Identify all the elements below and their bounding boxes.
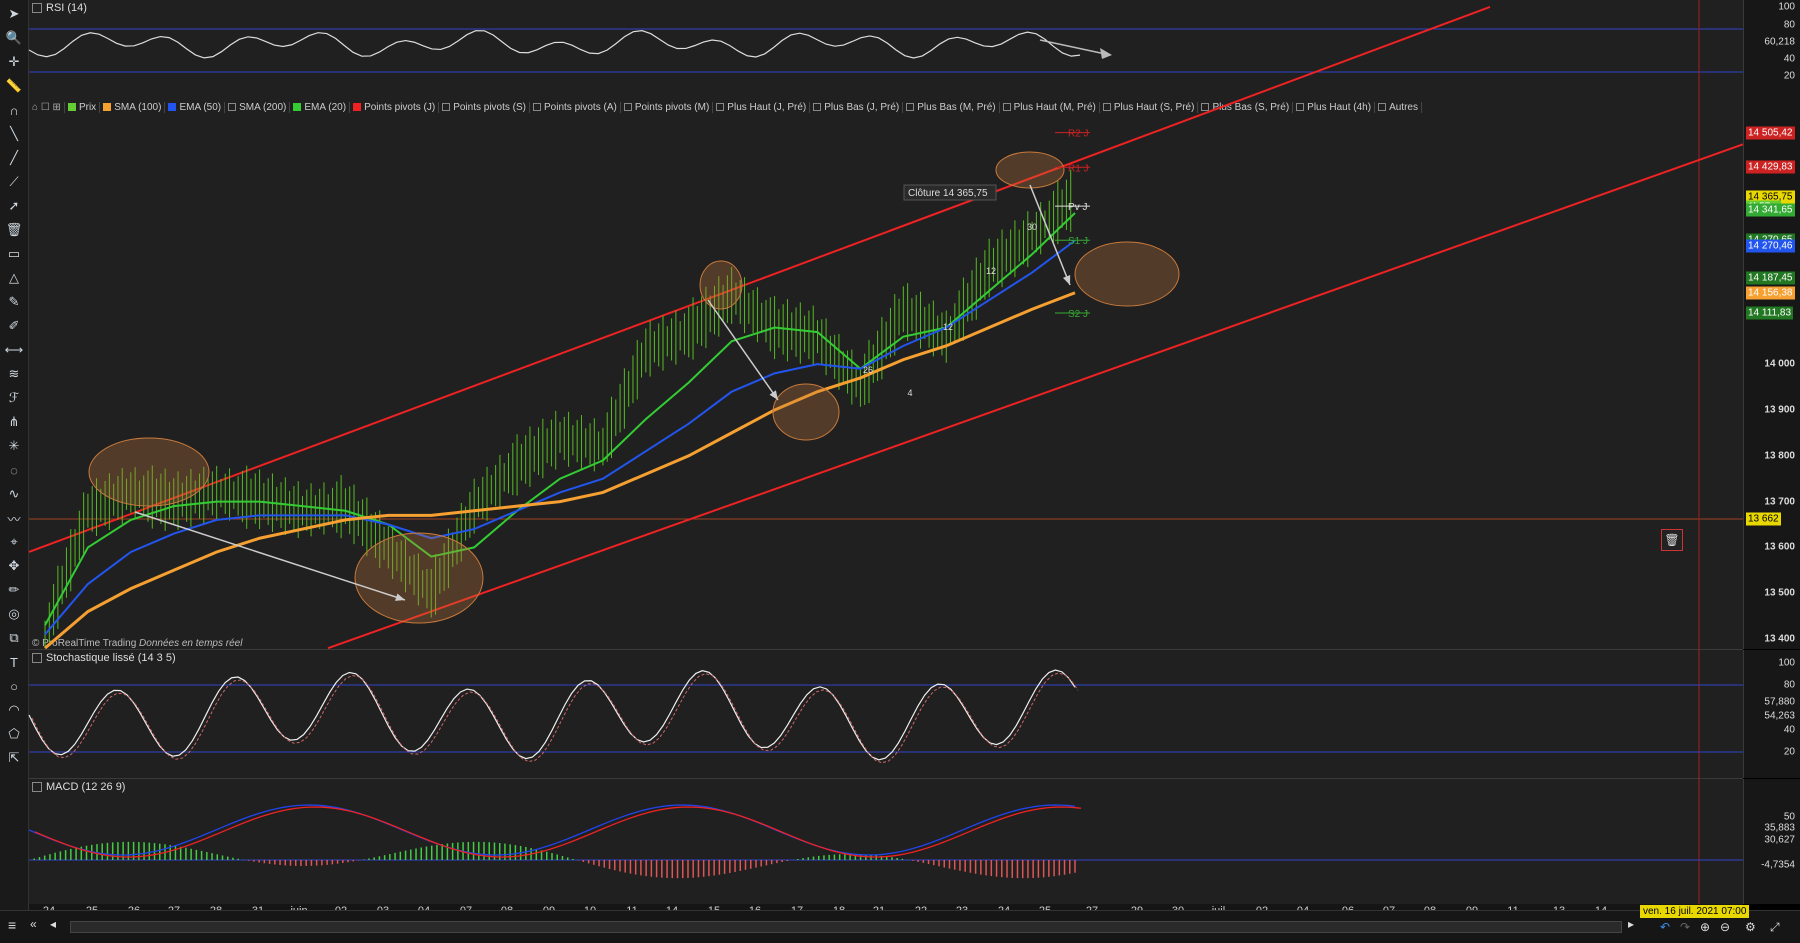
- trash-icon: 🗑: [1664, 533, 1680, 547]
- marker-number: 30: [1027, 222, 1037, 232]
- axis-label: 40: [1783, 53, 1795, 65]
- axis-label: 60,218: [1764, 36, 1795, 48]
- price-axis: 14 000 13 900 13 800 13 700 13 600 13 500 13 4…: [1743, 96, 1800, 649]
- stochastic-axis: 100 80 57,880 54,263 40 20: [1743, 650, 1800, 778]
- horizontal-scrollbar[interactable]: [70, 921, 1622, 933]
- trend-arrow: [707, 299, 779, 401]
- channel-lower: [327, 143, 1743, 650]
- stoch-d-line: [31, 672, 1079, 764]
- marker-number: 12: [943, 322, 953, 332]
- price-tag: 13 662: [1746, 512, 1781, 526]
- axis-label: 20: [1783, 70, 1795, 82]
- scroll-next-icon[interactable]: ▸: [1628, 917, 1634, 931]
- rsi-axis: 100 80 60,218 40 20: [1743, 0, 1800, 96]
- ma-line: [44, 212, 1076, 626]
- axis-label: 13 800: [1764, 450, 1795, 462]
- delete-drawing-button[interactable]: 🗑: [1661, 529, 1683, 551]
- zoom-in-icon[interactable]: ⊕: [1700, 920, 1710, 934]
- axis-label: 30,627: [1764, 834, 1795, 846]
- menu-icon[interactable]: ≡: [8, 917, 16, 933]
- trend-arrow-head: [1062, 275, 1071, 285]
- marker-number: 4: [907, 388, 912, 398]
- chart-canvas: R2 J R1 J Pv J S1 J S2 J Clôture 14 365,75 30 1…: [28, 0, 1743, 904]
- pivot-label: R2 J: [1068, 129, 1089, 140]
- redo-icon[interactable]: ↷: [1680, 920, 1690, 934]
- fit-icon[interactable]: ⤢: [1770, 920, 1780, 935]
- price-tag: 14 341,65: [1746, 203, 1795, 217]
- highlight-ellipse: [995, 151, 1065, 189]
- axis-label: 80: [1783, 19, 1795, 31]
- axis-label: -4,7354: [1761, 859, 1795, 871]
- axis-label: 54,263: [1764, 710, 1795, 722]
- axis-label: 14 000: [1764, 358, 1795, 370]
- pivot-label: R1 J: [1068, 163, 1089, 174]
- price-tag: 14 429,83: [1746, 160, 1795, 174]
- price-tag: 14 187,45: [1746, 271, 1795, 285]
- zoom-out-icon[interactable]: ⊖: [1720, 920, 1730, 934]
- marker-number: 12: [986, 266, 996, 276]
- axis-label: 100: [1778, 1, 1795, 13]
- axis-label: 13 400: [1764, 633, 1795, 645]
- axis-label: 100: [1778, 657, 1795, 669]
- axis-label: 80: [1783, 679, 1795, 691]
- pivot-label: Pv J: [1068, 202, 1087, 213]
- highlight-ellipse: [354, 532, 484, 624]
- cloture-label: Clôture 14 365,75: [908, 188, 988, 199]
- axis-label: 13 500: [1764, 587, 1795, 599]
- scroll-left-icon[interactable]: «: [30, 917, 37, 931]
- undo-icon[interactable]: ↶: [1660, 920, 1670, 934]
- bottom-bar: ≡ « ◂ ▸ ven. 16 juil. 2021 07:00 ↶ ↷ ⊕ ⊖…: [0, 905, 1800, 943]
- axis-label: 50: [1783, 811, 1795, 823]
- cursor-date-label: ven. 16 juil. 2021 07:00: [1640, 905, 1750, 918]
- axis-label: 57,880: [1764, 696, 1795, 708]
- price-tag: 14 111,83: [1746, 306, 1794, 320]
- pivot-label: S2 J: [1068, 309, 1088, 320]
- highlight-ellipse: [772, 383, 840, 441]
- pivot-label: S1 J: [1068, 236, 1088, 247]
- macd-line: [28, 804, 1076, 856]
- macd-axis: 50 35,883 30,627 -4,7354: [1743, 779, 1800, 904]
- axis-label: 13 700: [1764, 496, 1795, 508]
- price-tag: 14 156,38: [1746, 286, 1795, 300]
- price-tag: 14 270,46: [1746, 239, 1795, 253]
- rsi-arrow-head: [1100, 48, 1112, 59]
- highlight-ellipse: [699, 260, 743, 310]
- axis-label: 13 600: [1764, 541, 1795, 553]
- highlight-ellipse: [1074, 241, 1180, 307]
- axis-label: 13 900: [1764, 404, 1795, 416]
- trend-arrow-head: [769, 390, 778, 400]
- axis-label: 20: [1783, 746, 1795, 758]
- settings-icon[interactable]: ⚙: [1745, 920, 1756, 934]
- channel-upper: [28, 5, 1491, 553]
- rsi-arrow: [1039, 39, 1111, 56]
- axis-label: 40: [1783, 724, 1795, 736]
- macd-signal-line: [34, 806, 1082, 858]
- highlight-ellipse: [88, 437, 210, 507]
- scroll-prev-icon[interactable]: ◂: [50, 917, 56, 931]
- axis-label: 35,883: [1764, 822, 1795, 834]
- marker-number: 26: [863, 365, 873, 375]
- price-tag: 14 505,42: [1746, 126, 1795, 140]
- rsi-line: [28, 30, 1081, 59]
